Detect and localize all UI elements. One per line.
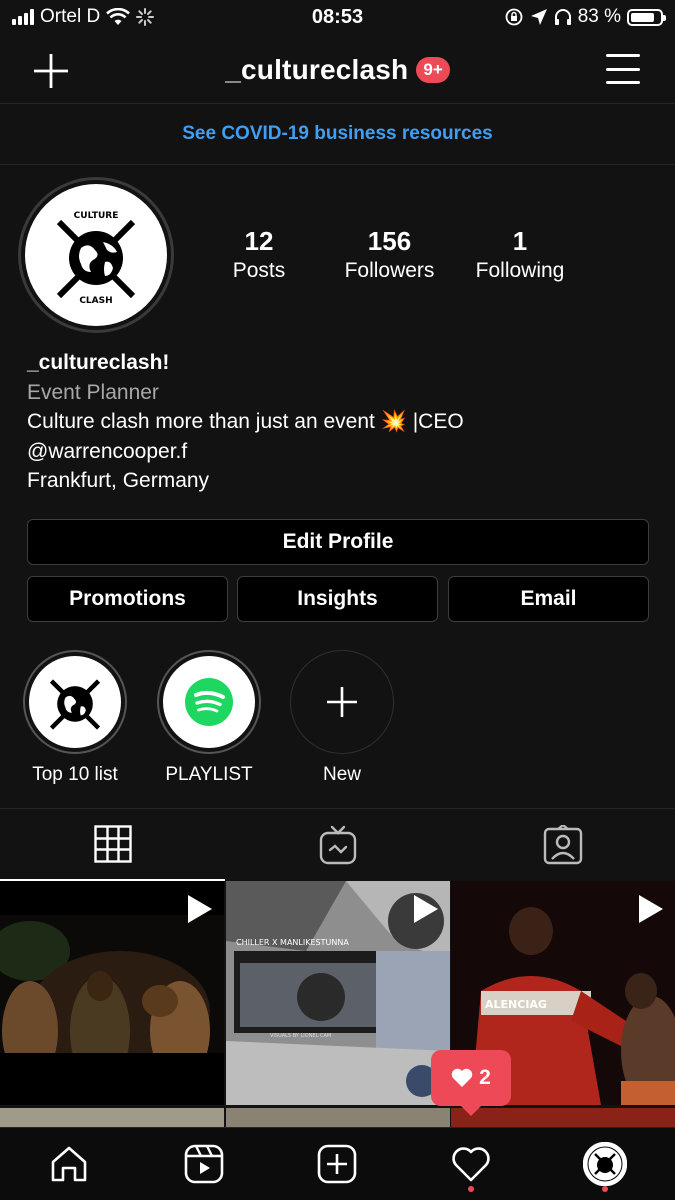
video-play-icon: [639, 895, 663, 923]
logo-text-bottom: CLASH: [79, 296, 112, 306]
nav-new-post[interactable]: [315, 1142, 359, 1186]
posts-label: Posts: [232, 259, 286, 282]
header-username: _cultureclash: [225, 54, 409, 85]
bio-line-1: Culture clash more than just an event 💥 …: [27, 407, 464, 437]
post-thumbnail-2[interactable]: CHILLER X MANLIKESTUNNA VISUALS BY LIONE…: [226, 881, 450, 1105]
hamburger-menu-icon[interactable]: [606, 54, 640, 84]
business-category: Event Planner: [27, 380, 159, 404]
nav-home[interactable]: [47, 1142, 91, 1186]
nav-profile[interactable]: [583, 1142, 627, 1186]
profile-header: _cultureclash 9+: [0, 36, 675, 104]
followers-count: 156: [367, 226, 412, 256]
edit-profile-button[interactable]: Edit Profile: [27, 519, 649, 565]
rotation-lock-icon: [505, 8, 523, 26]
tagged-person-icon: [543, 825, 582, 865]
post-thumbnail-6[interactable]: [451, 1108, 675, 1128]
highlight-label: PLAYLIST: [165, 764, 253, 785]
video-overlay-credit: VISUALS BY LIONEL CAM: [270, 1033, 331, 1039]
post-grid: CHILLER X MANLIKESTUNNA VISUALS BY LIONE…: [0, 881, 675, 1128]
stat-followers[interactable]: 156 Followers: [332, 226, 447, 283]
highlight-label: New: [322, 764, 361, 785]
highlight-label: Top 10 list: [32, 764, 118, 785]
heart-icon: [451, 1068, 473, 1087]
nav-activity[interactable]: [449, 1142, 493, 1186]
shirt-text: ALENCIAG: [485, 998, 547, 1011]
video-overlay-title: CHILLER X MANLIKESTUNNA: [236, 938, 349, 947]
activity-indicator-dot: [468, 1186, 474, 1192]
new-post-icon: [317, 1144, 357, 1184]
promotions-button[interactable]: Promotions: [27, 576, 228, 622]
bottom-nav: [0, 1127, 675, 1200]
home-icon: [51, 1146, 87, 1182]
followers-label: Followers: [344, 259, 435, 282]
battery-percent: 83 %: [577, 6, 621, 27]
highlight-playlist[interactable]: PLAYLIST: [157, 650, 261, 786]
highlight-top-10-list[interactable]: Top 10 list: [23, 650, 127, 786]
bio-ceo-text: |CEO: [406, 410, 464, 433]
video-play-icon: [188, 895, 212, 923]
likes-count: 2: [479, 1066, 491, 1089]
video-play-icon: [414, 895, 438, 923]
covid-resources-link[interactable]: See COVID-19 business resources: [0, 105, 675, 165]
profile-bio: _cultureclash! Event Planner Culture cla…: [27, 348, 464, 496]
post-thumbnail-4[interactable]: [0, 1108, 224, 1128]
following-label: Following: [475, 259, 565, 282]
activity-likes-popup[interactable]: 2: [431, 1050, 511, 1116]
grid-icon: [93, 825, 132, 863]
following-count: 1: [512, 226, 528, 256]
bio-location: Frankfurt, Germany: [27, 469, 210, 492]
email-button[interactable]: Email: [448, 576, 649, 622]
account-switcher[interactable]: _cultureclash 9+: [0, 54, 675, 86]
plus-icon: [327, 687, 357, 717]
tab-tagged[interactable]: [450, 809, 675, 881]
stat-posts[interactable]: 12 Posts: [209, 226, 309, 283]
bio-text: Culture clash more than just an event: [27, 410, 375, 433]
culture-clash-logo-icon: [29, 656, 121, 748]
notification-badge: 9+: [416, 57, 450, 83]
logo-text-top: CULTURE: [74, 211, 119, 221]
profile-tabs: [0, 808, 675, 881]
collision-emoji: 💥: [380, 410, 407, 433]
nav-reels[interactable]: [182, 1142, 226, 1186]
igtv-icon: [319, 825, 356, 865]
profile-avatar[interactable]: CULTURE CLASH: [18, 177, 174, 333]
location-arrow-icon: [530, 9, 547, 25]
profile-indicator-dot: [602, 1186, 608, 1192]
battery-icon: [627, 8, 666, 26]
tab-grid[interactable]: [0, 809, 225, 881]
post-thumbnail-5[interactable]: [226, 1108, 450, 1128]
display-name: _cultureclash!: [27, 351, 170, 374]
stat-following[interactable]: 1 Following: [464, 226, 576, 283]
post-thumbnail-1[interactable]: [0, 881, 224, 1105]
posts-count: 12: [244, 226, 274, 256]
bio-mention-link[interactable]: @warrencooper.f: [27, 437, 464, 467]
tab-igtv[interactable]: [225, 809, 450, 881]
spotify-icon: [185, 678, 233, 726]
culture-clash-logo: CULTURE CLASH: [25, 184, 167, 326]
reels-icon: [184, 1144, 224, 1184]
globe-logo-icon: CULTURE CLASH: [56, 211, 136, 306]
status-right: 83 %: [504, 6, 666, 28]
highlight-new[interactable]: New: [290, 650, 394, 786]
status-bar: Ortel D 08:53 83 %: [0, 0, 675, 36]
headphones-icon: [554, 9, 571, 25]
insights-button[interactable]: Insights: [237, 576, 438, 622]
profile-avatar-icon: [583, 1142, 627, 1186]
activity-heart-icon: [452, 1147, 490, 1182]
